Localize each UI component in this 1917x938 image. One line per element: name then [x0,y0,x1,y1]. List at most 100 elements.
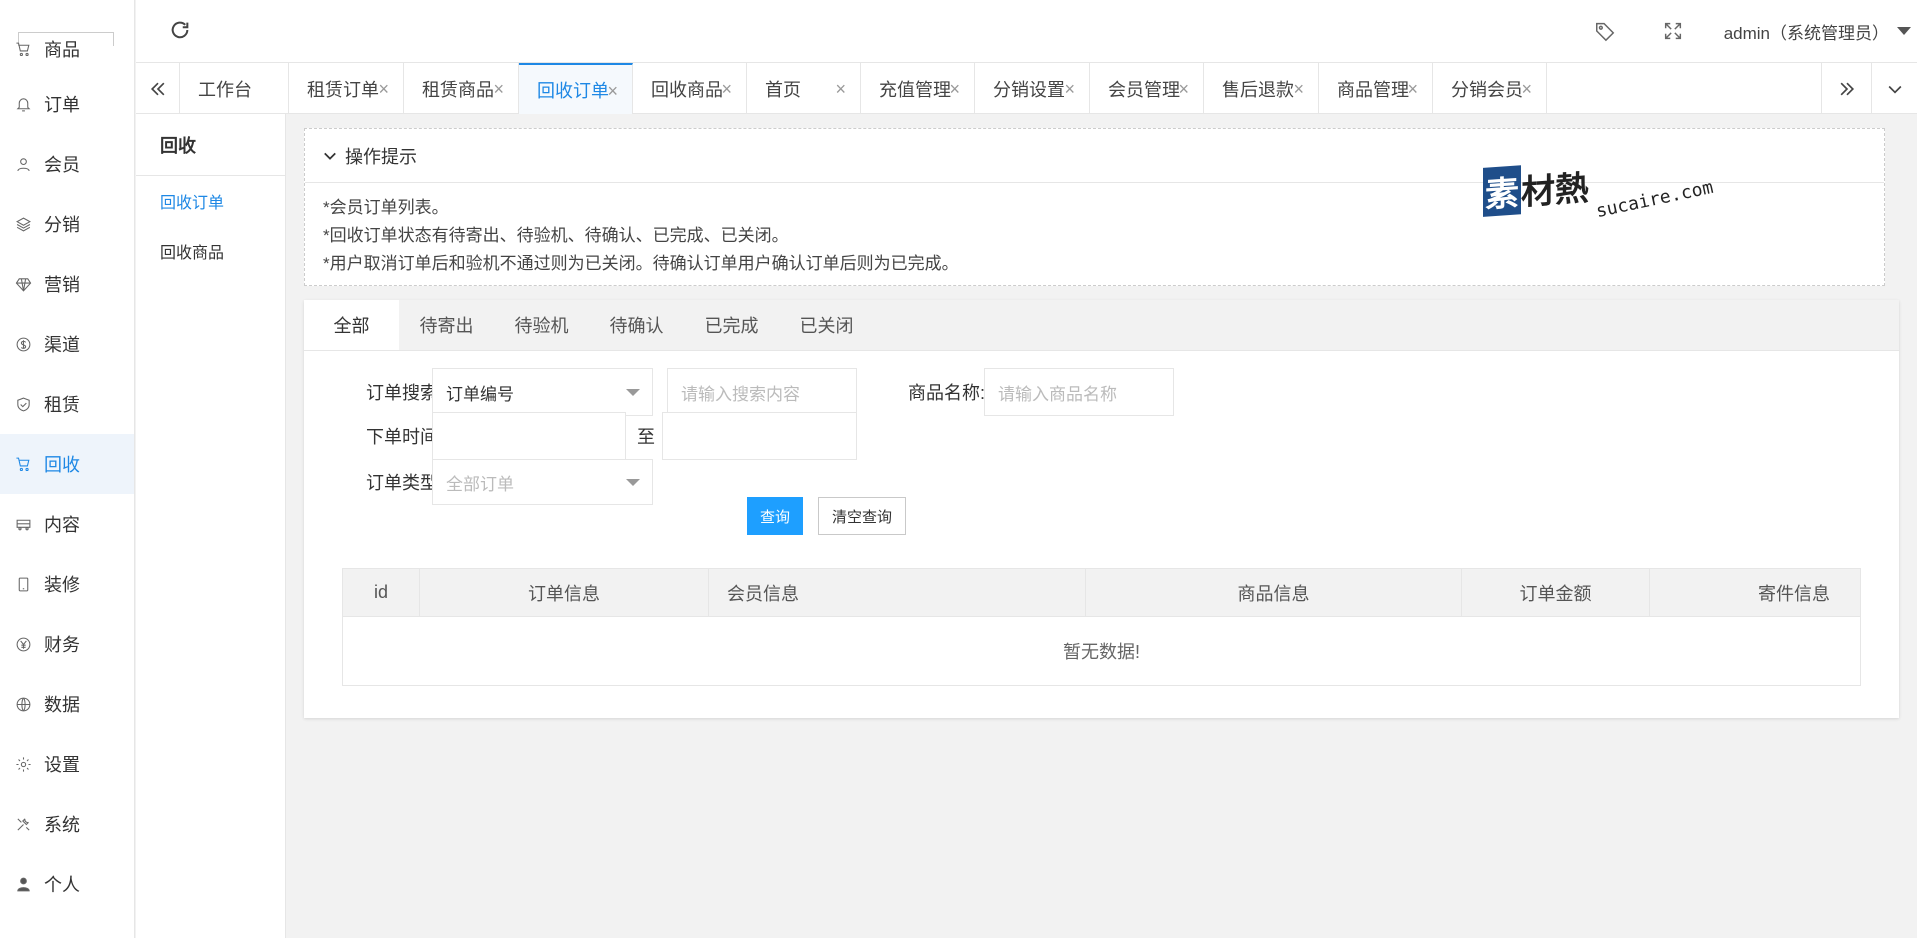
dollar-circle-icon [14,335,32,353]
clear-query-button[interactable]: 清空查询 [818,497,906,535]
column-header: 订单信息 [420,569,709,616]
status-tab[interactable]: 待寄出 [399,300,494,350]
close-icon[interactable]: × [949,79,960,100]
order-time-start-input[interactable] [432,412,626,460]
page-tab[interactable]: 回收订单 × [519,63,633,114]
page-tab-label: 租赁订单 [307,79,379,100]
sidebar-item[interactable]: 数据 [0,674,134,734]
close-icon[interactable]: × [493,79,504,100]
gear-icon [14,755,32,773]
sidebar-item[interactable]: 回收 [0,434,134,494]
search-type-select[interactable]: 订单编号 [432,368,653,416]
sidebar-item[interactable]: 装修 [0,554,134,614]
sidebar-item[interactable]: 会员 [0,134,134,194]
sidebar-item-label: 商品 [44,40,80,60]
page-tab[interactable]: 首页 × [747,63,861,114]
page-tab-label: 分销设置 [993,79,1065,100]
page-tab-label: 会员管理 [1108,79,1180,100]
status-tab[interactable]: 已关闭 [779,300,874,350]
tips-title: 操作提示 [345,146,417,167]
cart-icon [14,40,32,58]
sidebar-item[interactable]: 分销 [0,194,134,254]
sidebar-item-label: 渠道 [44,335,80,355]
chevron-down-icon[interactable] [1897,27,1911,35]
header-right: admin（系统管理员） [1594,0,1917,62]
sidebar-item[interactable]: 营销 [0,254,134,314]
page-tab[interactable]: 充值管理 × [861,63,975,114]
sidebar-item-label: 租赁 [44,395,80,415]
submenu-item-recycle-goods[interactable]: 回收商品 [136,226,285,276]
close-icon[interactable]: × [1407,79,1418,100]
close-icon[interactable]: × [1293,79,1304,100]
page-tab[interactable]: 商品管理 × [1319,63,1433,114]
close-icon[interactable]: × [835,79,846,100]
watermark-logo: 素材熱 [1482,160,1593,217]
time-separator: 至 [637,427,655,447]
sidebar-item[interactable]: 设置 [0,734,134,794]
sidebar-item-label: 设置 [44,755,80,775]
top-header: admin（系统管理员） [136,0,1917,62]
status-tab[interactable]: 待验机 [494,300,589,350]
sidebar-item[interactable]: 系统 [0,794,134,854]
close-icon[interactable]: × [607,81,618,102]
page-tab[interactable]: 工作台 [180,63,289,114]
search-type-value: 订单编号 [446,384,514,404]
page-tab[interactable]: 租赁订单 × [289,63,404,114]
page-tab-label: 回收订单 [537,80,609,101]
yen-circle-icon [14,635,32,653]
close-icon[interactable]: × [721,79,732,100]
status-tab[interactable]: 待确认 [589,300,684,350]
order-type-select[interactable]: 全部订单 [432,459,653,505]
page-tab[interactable]: 租赁商品 × [404,63,519,114]
watermark: 素材熱 sucaire.com [1482,164,1715,222]
orders-table: id 订单信息 会员信息 商品信息 订单金额 寄件信息 暂无数据! [342,568,1861,686]
page-tab[interactable]: 分销会员 × [1433,63,1547,114]
fullscreen-icon[interactable] [1662,20,1684,42]
sidebar-item[interactable]: 个人 [0,854,134,914]
goods-name-input[interactable]: 请输入商品名称 [984,368,1174,416]
sidebar-item[interactable]: 租赁 [0,374,134,434]
main-menu: 商品订单 会员分销营销渠道租赁回收 内容 装修 财务 数据设置系统 个人 [0,40,134,914]
status-tab[interactable]: 全部 [304,300,399,350]
query-button[interactable]: 查询 [747,497,803,535]
bell-icon [14,95,32,113]
close-icon[interactable]: × [1178,79,1189,100]
sidebar-item[interactable]: 财务 [0,614,134,674]
page-tab-label: 充值管理 [879,79,951,100]
status-tabs: 全部 待寄出 待验机 待确认 已完成 已关闭 [304,300,1899,351]
sidebar-item-label: 分销 [44,215,80,235]
close-icon[interactable]: × [1521,79,1532,100]
close-icon[interactable]: × [378,79,389,100]
empty-state: 暂无数据! [1062,642,1140,662]
tabs-scroll-right-icon[interactable] [1821,63,1871,114]
sidebar-item[interactable]: 订单 [0,74,134,134]
tips-panel: 操作提示 *会员订单列表。 *回收订单状态有待寄出、待验机、待确认、已完成、已关… [304,128,1885,286]
close-icon[interactable]: × [1064,79,1075,100]
refresh-icon[interactable] [169,19,191,41]
shield-check-icon [14,395,32,413]
tag-icon[interactable] [1594,20,1616,42]
bus-icon [14,515,32,533]
tools-icon [14,815,32,833]
page-tab-label: 回收商品 [651,79,723,100]
submenu-item-recycle-orders[interactable]: 回收订单 [136,176,285,226]
sidebar-item[interactable]: 商品 [0,24,134,74]
page-tab[interactable]: 会员管理 × [1090,63,1204,114]
sidebar-item[interactable]: 内容 [0,494,134,554]
status-tab[interactable]: 已完成 [684,300,779,350]
search-input[interactable]: 请输入搜索内容 [667,368,857,416]
column-header: 寄件信息 [1758,583,1830,604]
sidebar-item[interactable]: 渠道 [0,314,134,374]
user-menu[interactable]: admin（系统管理员） [1724,19,1889,44]
tabs-scroll-left-icon[interactable] [136,63,180,114]
page-tab-label: 分销会员 [1451,79,1523,100]
page-tab[interactable]: 售后退款 × [1204,63,1319,114]
tabs-menu-chevron-icon[interactable] [1871,63,1917,114]
page-tab-label: 租赁商品 [422,79,494,100]
page-tabs: 工作台 租赁订单 × 租赁商品 × 回收订单 × 回收商品 × 首页 × 充值管理 × 分销设置 × 会员管理… [180,63,1547,114]
page-tab[interactable]: 回收商品 × [633,63,747,114]
order-time-end-input[interactable] [662,412,857,460]
diamond-icon [14,275,32,293]
page-tab[interactable]: 分销设置 × [975,63,1090,114]
chevron-down-icon [626,389,640,396]
